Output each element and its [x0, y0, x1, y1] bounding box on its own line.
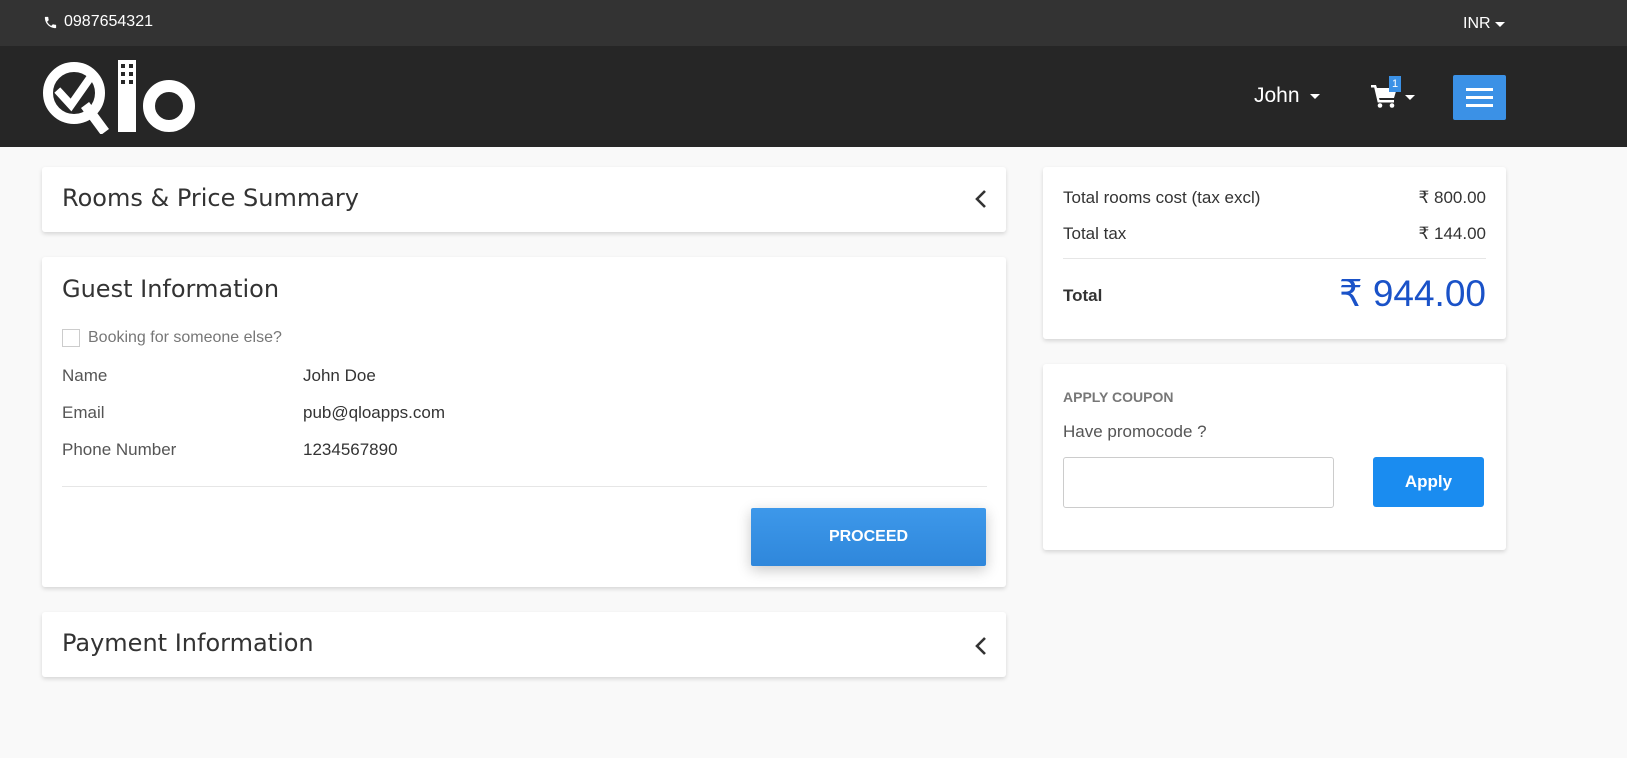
- phone-value: 1234567890: [303, 440, 398, 459]
- qlo-logo[interactable]: [42, 60, 197, 134]
- cart-button[interactable]: 1: [1371, 76, 1419, 116]
- rooms-cost-row: Total rooms cost (tax excl) ₹ 800.00: [1063, 188, 1486, 208]
- divider: [1063, 258, 1486, 259]
- guest-information-panel: Guest Information Booking for someone el…: [42, 257, 1006, 587]
- cart-count-badge: 1: [1389, 76, 1401, 92]
- chevron-left-icon[interactable]: [974, 189, 988, 209]
- total-label: Total: [1063, 286, 1103, 305]
- payment-information-panel[interactable]: Payment Information: [42, 612, 1006, 677]
- booking-for-someone-else[interactable]: Booking for someone else?: [62, 329, 282, 347]
- hamburger-line: [1466, 88, 1493, 91]
- user-name: John: [1254, 84, 1300, 107]
- hamburger-line: [1466, 104, 1493, 107]
- tax-value: ₹ 144.00: [1418, 224, 1486, 243]
- coupon-subtitle: Have promocode ?: [1063, 422, 1207, 441]
- coupon-panel: APPLY COUPON Have promocode ? Apply: [1043, 364, 1506, 550]
- phone-number: 0987654321: [64, 13, 153, 30]
- apply-coupon-button[interactable]: Apply: [1373, 457, 1484, 507]
- email-label: Email: [62, 403, 105, 422]
- rooms-cost-value: ₹ 800.00: [1418, 188, 1486, 207]
- main-header: John 1: [0, 46, 1627, 147]
- user-menu[interactable]: John: [1254, 84, 1320, 108]
- phone-contact: 0987654321: [43, 13, 153, 31]
- email-value: pub@qloapps.com: [303, 403, 446, 422]
- name-label: Name: [62, 366, 108, 385]
- currency-label: INR: [1463, 15, 1491, 32]
- rooms-summary-title: Rooms & Price Summary: [62, 184, 359, 212]
- guest-information-title: Guest Information: [62, 275, 280, 303]
- rooms-summary-panel[interactable]: Rooms & Price Summary: [42, 167, 1006, 232]
- hamburger-line: [1466, 96, 1493, 99]
- total-value: ₹ 944.00: [1339, 273, 1486, 314]
- chevron-down-icon: [1405, 95, 1415, 100]
- booking-for-someone-else-checkbox[interactable]: [62, 329, 80, 347]
- promocode-input[interactable]: [1063, 457, 1334, 508]
- tax-row: Total tax ₹ 144.00: [1063, 224, 1486, 244]
- phone-label: Phone Number: [62, 440, 177, 459]
- chevron-left-icon[interactable]: [974, 636, 988, 656]
- top-bar: 0987654321 INR: [0, 0, 1627, 46]
- tax-label: Total tax: [1063, 224, 1127, 243]
- price-summary-panel: Total rooms cost (tax excl) ₹ 800.00 Tot…: [1043, 167, 1506, 339]
- chevron-down-icon: [1494, 21, 1505, 27]
- coupon-title: APPLY COUPON: [1063, 389, 1174, 405]
- divider: [62, 486, 987, 487]
- chevron-down-icon: [1309, 93, 1320, 99]
- currency-dropdown[interactable]: INR: [1463, 15, 1505, 33]
- phone-icon: [44, 16, 57, 28]
- booking-for-someone-else-label: Booking for someone else?: [88, 329, 282, 346]
- rooms-cost-label: Total rooms cost (tax excl): [1063, 188, 1261, 207]
- proceed-button[interactable]: PROCEED: [751, 508, 986, 566]
- payment-information-title: Payment Information: [62, 629, 314, 657]
- hamburger-menu-button[interactable]: [1453, 75, 1506, 120]
- name-value: John Doe: [303, 366, 376, 385]
